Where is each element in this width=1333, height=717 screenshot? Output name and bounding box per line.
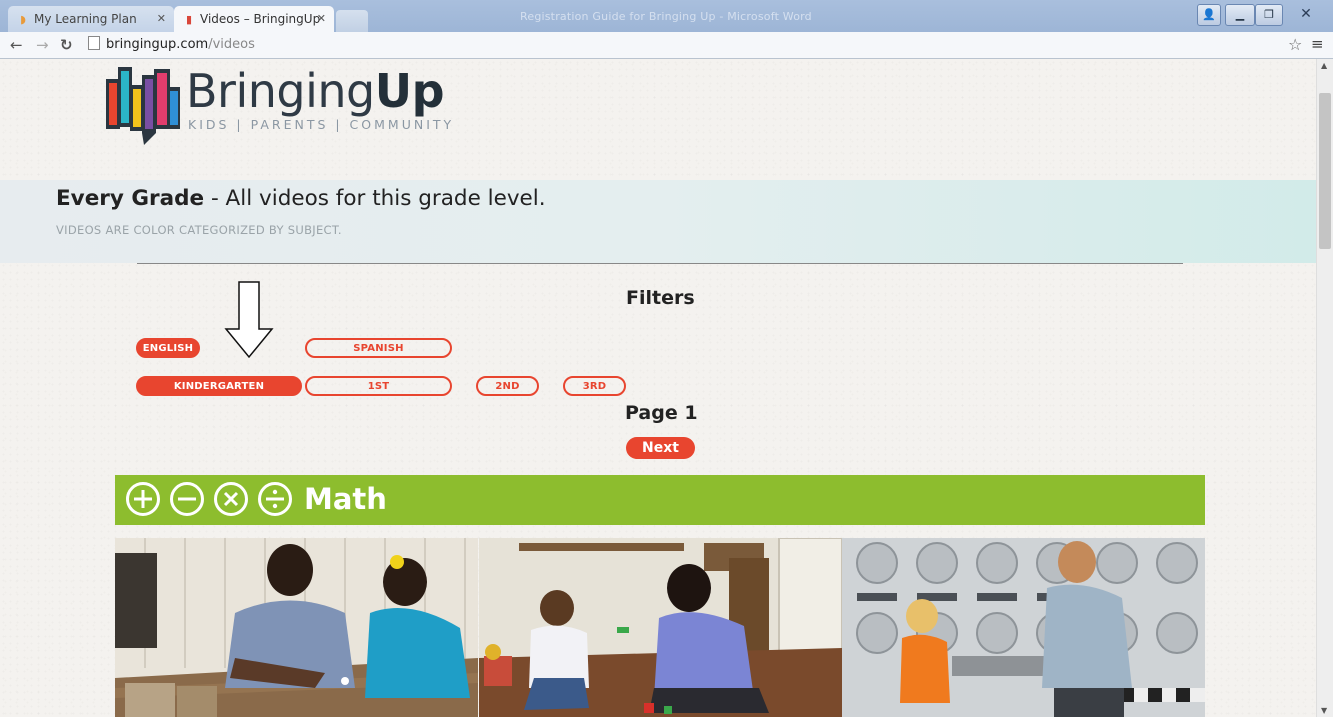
page-indicator: Page 1 xyxy=(625,402,698,424)
minus-circle-icon xyxy=(170,482,204,516)
brand-tagline: KIDS | PARENTS | COMMUNITY xyxy=(188,117,455,132)
close-tab-icon[interactable]: ✕ xyxy=(157,6,166,32)
tab-my-learning-plan[interactable]: ◗ My Learning Plan ✕ xyxy=(8,6,174,32)
filter-3rd-button[interactable]: 3RD xyxy=(563,376,626,396)
video-thumbnail-image xyxy=(842,538,1205,717)
moodle-icon: ◗ xyxy=(20,13,26,26)
forward-arrow-icon[interactable]: → xyxy=(36,35,49,55)
browser-tab-bar: ◗ My Learning Plan ✕ ▮ Videos – BringingUp… xyxy=(0,0,1333,32)
video-thumbnail[interactable] xyxy=(479,538,842,717)
url-input[interactable]: bringingup.com/videos xyxy=(84,35,1284,55)
page-title-rest: - All videos for this grade level. xyxy=(204,186,546,211)
filter-1st-button[interactable]: 1ST xyxy=(305,376,452,396)
scroll-down-arrow-icon[interactable]: ▼ xyxy=(1321,706,1327,715)
background-window-title: Registration Guide for Bringing Up - Mic… xyxy=(520,10,812,23)
close-window-button[interactable]: ✕ xyxy=(1285,4,1327,26)
page-title-bold: Every Grade xyxy=(56,186,205,211)
times-circle-icon xyxy=(214,482,248,516)
page-scrollbar[interactable]: ▲ ▼ xyxy=(1316,59,1333,717)
bookmark-star-icon[interactable]: ☆ xyxy=(1288,35,1302,54)
filter-spanish-button[interactable]: SPANISH xyxy=(305,338,452,358)
brand-regular: Bringing xyxy=(186,64,375,118)
page-subtitle: VIDEOS ARE COLOR CATEGORIZED BY SUBJECT. xyxy=(56,223,342,237)
brand-name[interactable]: BringingUp xyxy=(186,63,445,119)
video-thumbnail[interactable] xyxy=(842,538,1205,717)
url-host: bringingup.com xyxy=(106,37,209,52)
next-page-button[interactable]: Next xyxy=(626,437,695,459)
filters-heading: Filters xyxy=(626,287,695,309)
restore-window-button[interactable]: ❐ xyxy=(1255,4,1283,26)
section-divider xyxy=(137,263,1183,264)
bringingup-favicon: ▮ xyxy=(185,13,193,26)
browser-menu-icon[interactable]: ≡ xyxy=(1311,35,1324,53)
video-thumbnail[interactable] xyxy=(115,538,478,717)
url-path: /videos xyxy=(208,37,255,52)
subject-label: Math xyxy=(304,482,387,516)
back-arrow-icon[interactable]: ← xyxy=(10,35,23,55)
close-tab-icon[interactable]: ✕ xyxy=(317,6,326,32)
bringingup-logo-icon[interactable] xyxy=(104,61,184,147)
page-icon xyxy=(88,36,100,50)
down-arrow-icon xyxy=(224,281,274,359)
address-bar: ← → ↻ bringingup.com/videos ☆ ≡ xyxy=(0,32,1333,59)
tab-label: My Learning Plan xyxy=(34,12,137,26)
reload-icon[interactable]: ↻ xyxy=(60,35,73,55)
filter-2nd-button[interactable]: 2ND xyxy=(476,376,539,396)
brand-bold: Up xyxy=(374,64,445,118)
video-thumbnail-image xyxy=(115,538,478,717)
divide-circle-icon xyxy=(258,482,292,516)
scroll-up-arrow-icon[interactable]: ▲ xyxy=(1321,61,1327,70)
tab-label: Videos – BringingUp xyxy=(200,12,321,26)
filter-english-button[interactable]: ENGLISH xyxy=(136,338,200,358)
minimize-window-button[interactable]: ▁ xyxy=(1225,4,1255,26)
filter-kindergarten-button[interactable]: KINDERGARTEN xyxy=(136,376,302,396)
new-tab-button[interactable] xyxy=(336,10,368,32)
tab-videos-bringingup[interactable]: ▮ Videos – BringingUp ✕ xyxy=(174,6,334,32)
page-title: Every Grade - All videos for this grade … xyxy=(56,186,546,211)
subject-bar-math[interactable]: Math xyxy=(115,475,1205,525)
hero-banner: Every Grade - All videos for this grade … xyxy=(0,180,1316,263)
page-viewport: BringingUp KIDS | PARENTS | COMMUNITY Ev… xyxy=(0,59,1316,717)
scrollbar-thumb[interactable] xyxy=(1319,93,1331,249)
video-thumbnail-image xyxy=(479,538,842,717)
user-profile-icon[interactable]: 👤 xyxy=(1197,4,1221,26)
plus-circle-icon xyxy=(126,482,160,516)
